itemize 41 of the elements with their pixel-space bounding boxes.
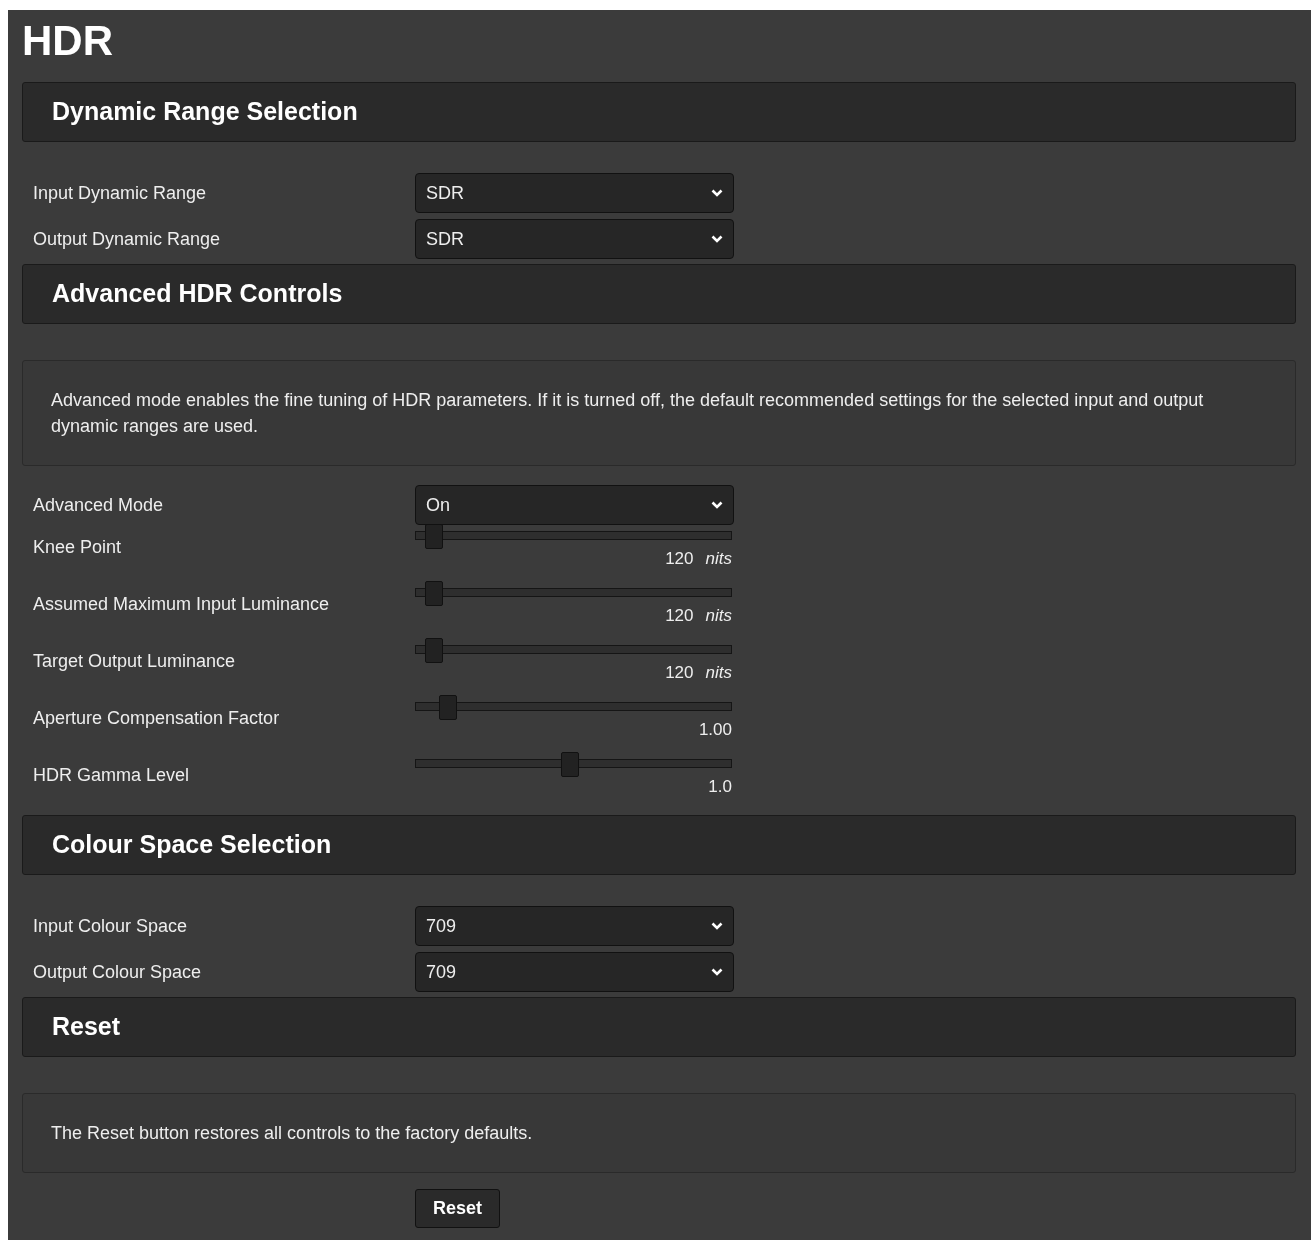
reset-button[interactable]: Reset <box>415 1189 501 1228</box>
slider-thumb[interactable] <box>438 695 457 720</box>
section-title: Reset <box>52 1011 121 1043</box>
section-title: Advanced HDR Controls <box>52 278 343 310</box>
slider-value: 120 <box>665 606 694 626</box>
unit-label: nits <box>705 549 732 569</box>
field-label: HDR Gamma Level <box>33 764 191 787</box>
field-label: Output Colour Space <box>33 960 203 984</box>
slider-value: 1.0 <box>708 777 732 797</box>
dropdown[interactable]: On <box>415 485 734 525</box>
slider-value: 120 <box>665 663 694 683</box>
unit-label: nits <box>705 663 732 683</box>
section-title: Dynamic Range Selection <box>52 96 358 128</box>
section-title: Colour Space Selection <box>52 829 332 861</box>
dropdown[interactable]: 709 <box>415 906 734 946</box>
chevron-down-icon <box>711 968 723 976</box>
slider-thumb[interactable] <box>424 638 443 663</box>
dropdown[interactable]: 709 <box>415 952 734 992</box>
field-label: Aperture Compensation Factor <box>33 707 281 730</box>
description-text: The Reset button restores all controls to the factory defaults. <box>51 1122 534 1145</box>
chevron-down-icon <box>711 501 723 509</box>
field-label: Input Dynamic Range <box>33 181 208 205</box>
description-text: Advanced mode enables the fine tuning of HDR parameters. If it is turned off, the default recommended settings for the selected input and output dynamic ranges are used. <box>51 389 1205 438</box>
slider-thumb[interactable] <box>561 752 580 777</box>
chevron-down-icon <box>711 235 723 243</box>
slider-value: 120 <box>665 549 694 569</box>
slider-value: 1.00 <box>698 720 732 740</box>
dropdown[interactable]: SDR <box>415 219 734 259</box>
slider-thumb[interactable] <box>424 524 443 549</box>
chevron-down-icon <box>711 189 723 197</box>
field-label: Target Output Luminance <box>33 650 237 673</box>
unit-label: nits <box>705 606 732 626</box>
field-label: Input Colour Space <box>33 914 189 938</box>
field-label: Assumed Maximum Input Luminance <box>33 593 331 616</box>
field-label: Knee Point <box>33 536 123 559</box>
field-label: Advanced Mode <box>33 493 165 517</box>
page-title: HDR <box>22 16 113 66</box>
slider-thumb[interactable] <box>424 581 443 606</box>
chevron-down-icon <box>711 922 723 930</box>
field-label: Output Dynamic Range <box>33 227 222 251</box>
dropdown[interactable]: SDR <box>415 173 734 213</box>
